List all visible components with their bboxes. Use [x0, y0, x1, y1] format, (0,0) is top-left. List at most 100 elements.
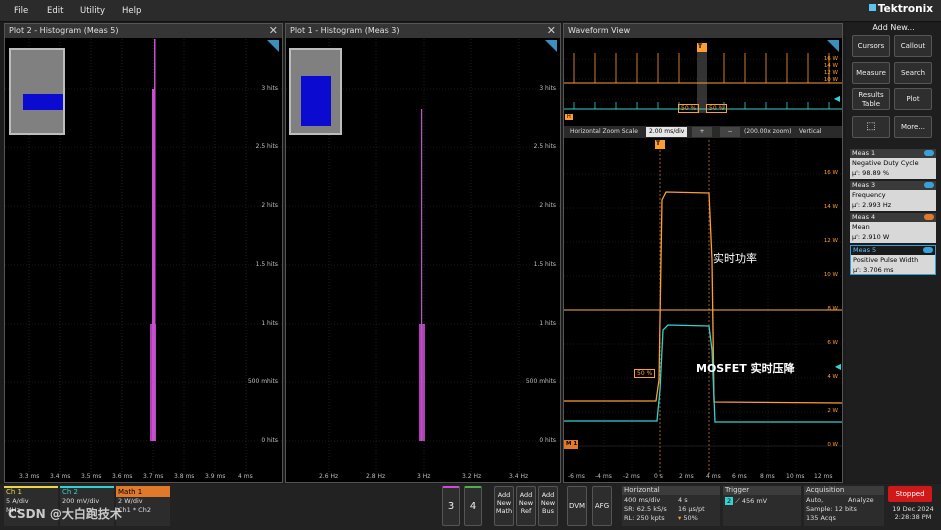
overview-trigger-label: T [698, 43, 703, 50]
add-new-bus-button[interactable]: Add New Bus [538, 486, 558, 526]
plot2-thumbnail-bar [23, 94, 63, 110]
menu-file[interactable]: File [14, 6, 28, 16]
waveform-header: Waveform View [564, 24, 842, 38]
trigger-channel: 2 [725, 497, 734, 505]
measure-button[interactable]: Measure [852, 62, 890, 84]
search-button[interactable]: Search [894, 62, 932, 84]
meas5-indicator-icon [923, 247, 933, 253]
plot2-ytick: 3 hits [261, 85, 278, 92]
power-ytick: 2 W [827, 408, 838, 414]
plot1-xtick: 3 Hz [417, 473, 431, 480]
plot1-close-icon[interactable]: ✕ [547, 24, 556, 37]
trigger-level: 456 mV [741, 497, 768, 505]
meas4-indicator-icon [924, 214, 934, 220]
meas4-badge[interactable]: Meas 4 Mean μ': 2.910 W [850, 213, 936, 243]
plot1-xtick: 3.2 Hz [462, 473, 482, 480]
ch4-button[interactable]: 4 [464, 486, 482, 526]
plot1-thumbnail[interactable] [289, 48, 342, 135]
meas3-indicator-icon [924, 182, 934, 188]
plot2-close-icon[interactable]: ✕ [269, 24, 278, 37]
add-ref-line3: Ref [520, 507, 532, 515]
wave-xtick: 2 ms [679, 473, 694, 480]
meas1-badge[interactable]: Meas 1 Negative Duty Cycle μ': 98.89 % [850, 149, 936, 179]
plot2-xtick: 3.6 ms [112, 473, 133, 480]
acquisition-badge[interactable]: Acquisition Auto, Analyze Sample: 12 bit… [804, 486, 884, 526]
meas3-value: μ': 2.993 Hz [852, 201, 892, 209]
brand-mark-icon [868, 4, 876, 11]
acquisition-mode: Auto, [806, 496, 824, 504]
waveform-panel[interactable]: Waveform View T 50 % 50 % H 16 W 14 W 12… [563, 23, 843, 483]
plot-button[interactable]: Plot [894, 88, 932, 110]
plot1-plot-area[interactable]: 3 hits 2.5 hits 2 hits 1.5 hits 1 hits 5… [286, 39, 560, 482]
plot1-panel[interactable]: Plot 1 - Histogram (Meas 3) ✕ 3 hits 2.5… [285, 23, 561, 483]
plot2-plot-area[interactable]: 3 hits 2.5 hits 2 hits 1.5 hits 1 hits 5… [5, 39, 282, 482]
horizontal-badge[interactable]: Horizontal 400 ms/div SR: 62.5 kS/s RL: … [622, 486, 720, 526]
plot2-thumbnail[interactable] [9, 48, 65, 135]
meas4-value: μ': 2.910 W [852, 233, 890, 241]
math1-name: Math 1 [116, 488, 170, 497]
plot1-ytick: 1.5 hits [533, 261, 556, 268]
horizontal-record-length: RL: 250 kpts [624, 514, 665, 522]
menu-utility[interactable]: Utility [80, 6, 105, 16]
results-table-label-1: Results [858, 91, 884, 99]
math1-badge[interactable]: Math 1 2 W/div Ch1 * Ch2 [116, 486, 170, 526]
plot1-ytick: 2.5 hits [533, 143, 556, 150]
plot1-hist-bar-1 [419, 324, 425, 441]
zoom-bar: Horizontal Zoom Scale 2.00 ms/div + − (2… [564, 126, 842, 138]
menu-help[interactable]: Help [122, 6, 141, 16]
plot1-ytick: 2 hits [539, 202, 556, 209]
bottom-bar: Ch 1 5 A/div MHz Ch 2 200 mV/div Math 1 … [0, 484, 941, 530]
horizontal-sample-rate: SR: 62.5 kS/s [624, 505, 667, 513]
run-stop-button[interactable]: Stopped [888, 486, 932, 502]
overview-zoom-window[interactable] [697, 43, 707, 113]
plot1-ytick: 3 hits [539, 85, 556, 92]
add-ref-line1: Add [519, 491, 533, 499]
add-ref-line2: New [518, 499, 534, 507]
overview-pct-right: 50 % [706, 104, 728, 113]
wave-xtick: -6 ms [568, 473, 585, 480]
add-new-ref-button[interactable]: Add New Ref [516, 486, 536, 526]
results-table-button[interactable]: Results Table [852, 88, 890, 110]
add-bus-line2: New [540, 499, 556, 507]
acquisition-count: 135 Acqs [806, 514, 836, 522]
zoom-value[interactable]: 2.00 ms/div [646, 127, 688, 137]
region-select-icon[interactable]: ⬚ [852, 116, 890, 138]
power-ytick: 4 W [827, 374, 838, 380]
plot2-hist-bar-1 [150, 324, 156, 441]
overview-ytick: 12 W [823, 70, 838, 76]
zoom-plus-icon[interactable]: + [692, 127, 712, 137]
plot2-header: Plot 2 - Histogram (Meas 5) ✕ [5, 24, 282, 38]
trigger-badge[interactable]: Trigger 2 ⟋ 456 mV [723, 486, 801, 526]
plot1-ytick: 500 mhits [525, 378, 556, 385]
callout-button[interactable]: Callout [894, 35, 932, 57]
waveform-overview[interactable] [564, 39, 842, 125]
power-ytick: 8 W [827, 306, 838, 312]
watermark-text: CSDN @大白跑技术 [8, 507, 122, 521]
horizontal-scale: 400 ms/div [624, 496, 661, 504]
plot2-xtick: 3.8 ms [174, 473, 195, 480]
side-panel: Add New... Cursors Callout Measure Searc… [846, 23, 941, 483]
trigger-title: Trigger [723, 486, 801, 495]
meas3-badge[interactable]: Meas 3 Frequency μ': 2.993 Hz [850, 181, 936, 211]
cursors-button[interactable]: Cursors [852, 35, 890, 57]
zoomed-waveform[interactable] [564, 140, 842, 483]
meas4-type: Mean [852, 223, 870, 231]
afg-button[interactable]: AFG [592, 486, 612, 526]
plot2-panel[interactable]: Plot 2 - Histogram (Meas 5) ✕ 3 hits 2.5… [4, 23, 283, 483]
menu-edit[interactable]: Edit [47, 6, 63, 16]
dvm-button[interactable]: DVM [567, 486, 587, 526]
meas5-badge[interactable]: Meas 5 Positive Pulse Width μ': 3.706 ms [850, 245, 936, 275]
plot2-xtick: 3.9 ms [205, 473, 226, 480]
trigger-row: 2 ⟋ 456 mV [725, 497, 767, 506]
horizontal-duration: 4 s [678, 496, 688, 504]
add-new-math-button[interactable]: Add New Math [494, 486, 514, 526]
meas5-type: Positive Pulse Width [853, 256, 919, 264]
meas5-value: μ': 3.706 ms [853, 266, 894, 274]
wave-xtick: 10 ms [786, 473, 805, 480]
math-marker-label: M 1 [566, 441, 578, 447]
ch3-button[interactable]: 3 [442, 486, 460, 526]
zoom-minus-icon[interactable]: − [720, 127, 740, 137]
more-button[interactable]: More... [894, 116, 932, 138]
power-ytick: 10 W [823, 272, 838, 278]
horizontal-title: Horizontal [622, 486, 720, 495]
